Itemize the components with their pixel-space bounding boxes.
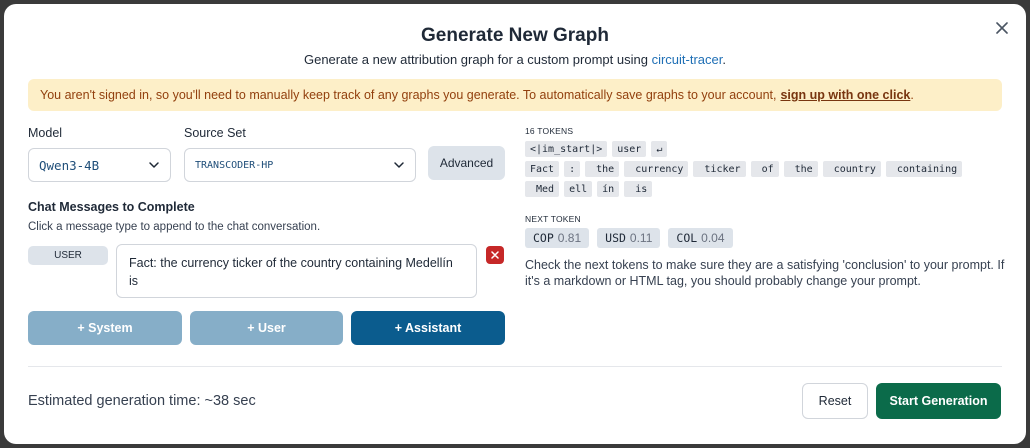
banner-end: . [910, 88, 914, 102]
add-user-button[interactable]: + User [190, 311, 343, 345]
banner-text: You aren't signed in, so you'll need to … [40, 88, 777, 102]
next-token-note: Check the next tokens to make sure they … [525, 258, 1005, 288]
subtitle-end: . [722, 52, 726, 67]
token-chip: user [612, 141, 647, 157]
next-token-probability: 0.11 [629, 231, 653, 245]
next-token-text: COL [676, 231, 698, 245]
next-token-probability: 0.81 [557, 231, 582, 245]
add-assistant-button[interactable]: + Assistant [351, 311, 505, 345]
chat-messages-hint: Click a message type to append to the ch… [28, 221, 321, 233]
next-token-text: COP [533, 231, 554, 245]
model-label: Model [28, 126, 63, 140]
message-role-badge[interactable]: USER [28, 246, 108, 265]
next-token-chip: COP 0.81 [525, 228, 590, 248]
token-chip: country [822, 161, 881, 177]
generate-graph-dialog: Generate New Graph Generate a new attrib… [4, 4, 1026, 444]
sign-in-warning-banner: You aren't signed in, so you'll need to … [28, 79, 1002, 111]
token-chip: <|im_start|> [525, 141, 608, 157]
close-icon [491, 251, 499, 259]
model-select[interactable]: Qwen3-4B [28, 148, 171, 182]
token-chip: currency [624, 161, 689, 177]
token-chip: the [783, 161, 818, 177]
footer-divider [28, 366, 1002, 367]
token-chip: ín [597, 181, 620, 197]
token-chip: of [750, 161, 779, 177]
estimated-time: Estimated generation time: ~38 sec [28, 393, 256, 409]
sign-up-link[interactable]: sign up with one click [780, 88, 910, 102]
token-chip: : [564, 161, 581, 177]
token-row: Med ell ín is [525, 181, 995, 197]
source-set-select[interactable]: TRANSCODER-HP [184, 148, 416, 182]
start-generation-button[interactable]: Start Generation [876, 383, 1001, 419]
token-count-label: 16 TOKENS [525, 126, 574, 136]
chevron-down-icon [394, 162, 404, 168]
next-token-label: NEXT TOKEN [525, 214, 581, 224]
subtitle-text: Generate a new attribution graph for a c… [303, 52, 648, 67]
next-token-text: USD [605, 231, 626, 245]
model-value: Qwen3-4B [39, 157, 100, 173]
token-chip: the [585, 161, 620, 177]
chevron-down-icon [149, 162, 159, 168]
advanced-button[interactable]: Advanced [428, 146, 505, 180]
token-chip: is [624, 181, 653, 197]
add-system-button[interactable]: + System [28, 311, 182, 345]
token-chip: ell [564, 181, 593, 197]
chat-messages-title: Chat Messages to Complete [28, 200, 195, 214]
message-textarea[interactable]: Fact: the currency ticker of the country… [116, 244, 477, 298]
next-token-list: COP 0.81 USD 0.11 COL 0.04 [525, 228, 733, 248]
token-chip: containing [885, 161, 963, 177]
reset-button[interactable]: Reset [802, 383, 868, 419]
source-set-label: Source Set [184, 126, 246, 140]
delete-message-button[interactable] [486, 246, 504, 264]
token-chip: ↵ [651, 141, 668, 157]
next-token-probability: 0.04 [701, 231, 725, 245]
token-chip: Fact [525, 161, 560, 177]
token-list: <|im_start|> user ↵ Fact: the currency tick… [525, 141, 995, 201]
dialog-title: Generate New Graph [421, 25, 609, 46]
next-token-chip: USD 0.11 [597, 228, 661, 248]
token-row: <|im_start|> user ↵ [525, 141, 995, 157]
source-set-value: TRANSCODER-HP [195, 159, 274, 171]
token-chip: Med [525, 181, 560, 197]
circuit-tracer-link[interactable]: circuit-tracer [652, 52, 723, 67]
next-token-chip: COL 0.04 [668, 228, 733, 248]
token-chip: ticker [693, 161, 746, 177]
dialog-subtitle: Generate a new attribution graph for a c… [4, 52, 1026, 67]
token-row: Fact: the currency ticker of the country… [525, 161, 995, 177]
